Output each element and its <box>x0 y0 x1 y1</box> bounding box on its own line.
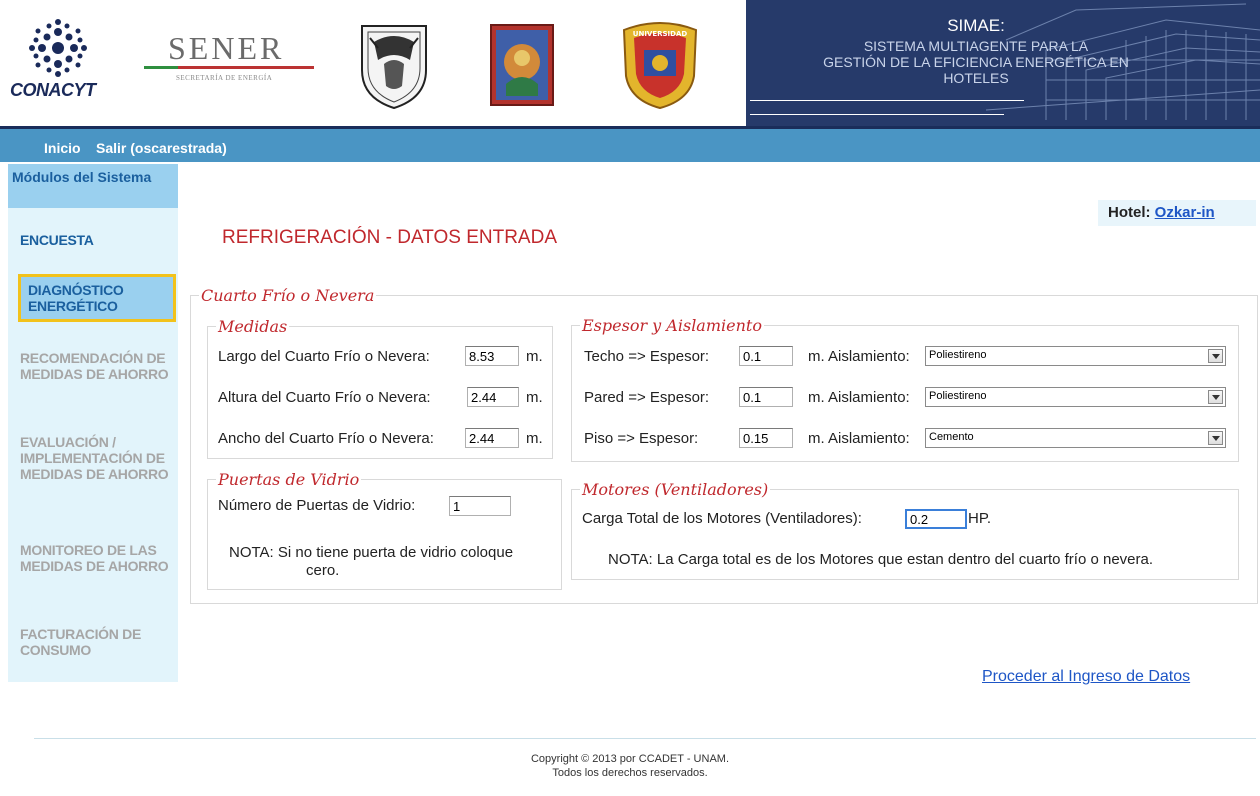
espesor-legend: Espesor y Aislamiento <box>582 316 762 335</box>
largo-label: Largo del Cuarto Frío o Nevera: <box>218 348 430 365</box>
sidebar-heading: Módulos del Sistema <box>8 164 178 208</box>
sidebar-item-diagnostico[interactable]: DIAGNÓSTICO ENERGÉTICO <box>18 274 176 322</box>
header: CONACYT SENER SECRETARÍA DE ENERGÍA UNIV… <box>0 0 1260 126</box>
banner-subtitle-line-1: SISTEMA MULTIAGENTE PARA LA <box>863 38 1089 54</box>
motores-unit: HP. <box>968 510 992 527</box>
piso-aislamiento-select[interactable]: Cemento <box>925 428 1226 448</box>
sidebar: Módulos del Sistema ENCUESTA DIAGNÓSTICO… <box>8 164 178 682</box>
sidebar-item-monitoreo: MONITOREO DE LAS MEDIDAS DE AHORRO <box>20 542 169 574</box>
puertas-fieldset: Puertas de Vidrio <box>207 470 562 590</box>
sener-wordmark: SENER <box>168 30 285 66</box>
ancho-label: Ancho del Cuarto Frío o Nevera: <box>218 430 434 447</box>
altura-unit: m. <box>526 389 543 406</box>
banner-rule-2 <box>750 114 1004 115</box>
page: CONACYT SENER SECRETARÍA DE ENERGÍA UNIV… <box>0 0 1260 796</box>
sener-subtitle: SECRETARÍA DE ENERGÍA <box>176 74 273 82</box>
page-title: REFRIGERACIÓN - DATOS ENTRADA <box>222 227 557 248</box>
techo-unit: m. <box>808 348 825 365</box>
banner-title: SIMAE: <box>947 16 1005 35</box>
ancho-unit: m. <box>526 430 543 447</box>
motores-label: Carga Total de los Motores (Ventiladores… <box>582 510 862 527</box>
sidebar-item-encuesta[interactable]: ENCUESTA <box>20 232 94 248</box>
chevron-down-icon[interactable] <box>1208 349 1223 363</box>
nav-home-link[interactable]: Inicio <box>44 140 81 156</box>
puertas-note-line-1: NOTA: Si no tiene puerta de vidrio coloq… <box>229 544 514 561</box>
pared-label: Pared => Espesor: <box>584 389 710 406</box>
piso-unit: m. <box>808 430 825 447</box>
footer-rights: Todos los derechos reservados. <box>552 767 708 779</box>
sener-divider <box>144 66 314 69</box>
altura-label: Altura del Cuarto Frío o Nevera: <box>218 389 431 406</box>
banner-subtitle: SISTEMA MULTIAGENTE PARA LA GESTIÓN DE L… <box>746 38 1206 86</box>
svg-text:UNIVERSIDAD: UNIVERSIDAD <box>633 30 688 38</box>
largo-input[interactable] <box>465 346 519 366</box>
conacyt-logo: CONACYT <box>10 18 120 108</box>
pared-aislamiento-value: Poliestireno <box>929 390 987 402</box>
sidebar-item-facturacion: FACTURACIÓN DE CONSUMO <box>20 626 142 658</box>
piso-aislamiento-label: Aislamiento: <box>828 430 910 447</box>
motores-note: NOTA: La Carga total es de los Motores q… <box>608 551 1154 568</box>
pared-espesor-input[interactable] <box>739 387 793 407</box>
pared-aislamiento-label: Aislamiento: <box>828 389 910 406</box>
conacyt-globe-icon <box>29 19 87 77</box>
techo-aislamiento-select[interactable]: Poliestireno <box>925 346 1226 366</box>
puertas-note-line-2: cero. <box>306 562 340 579</box>
pared-aislamiento-select[interactable]: Poliestireno <box>925 387 1226 407</box>
banner-subtitle-line-2: GESTIÓN DE LA EFICIENCIA ENERGÉTICA EN <box>823 54 1129 70</box>
puertas-label: Número de Puertas de Vidrio: <box>218 497 416 514</box>
banner-subtitle-line-3: HOTELES <box>943 70 1009 86</box>
puertas-input[interactable] <box>449 496 511 516</box>
sener-logo: SENER SECRETARÍA DE ENERGÍA <box>140 26 320 96</box>
largo-unit: m. <box>526 348 543 365</box>
medidas-legend: Medidas <box>218 317 288 336</box>
piso-espesor-input[interactable] <box>739 428 793 448</box>
institute-crest-icon <box>490 24 554 106</box>
techo-label: Techo => Espesor: <box>584 348 710 365</box>
motores-input[interactable] <box>905 509 967 529</box>
unam-shield-icon <box>354 20 434 110</box>
techo-aislamiento-value: Poliestireno <box>929 349 987 361</box>
motores-legend: Motores (Ventiladores) <box>582 480 769 499</box>
logo-strip: CONACYT SENER SECRETARÍA DE ENERGÍA UNIV… <box>0 0 746 126</box>
proceed-link[interactable]: Proceder al Ingreso de Datos <box>982 668 1190 686</box>
sidebar-item-recomendacion: RECOMENDACIÓN DE MEDIDAS DE AHORRO <box>20 350 169 382</box>
techo-aislamiento-label: Aislamiento: <box>828 348 910 365</box>
footer-copyright: Copyright © 2013 por CCADET - UNAM. <box>530 753 730 765</box>
university-crest-icon: UNIVERSIDAD <box>614 20 706 110</box>
chevron-down-icon[interactable] <box>1208 431 1223 445</box>
piso-aislamiento-value: Cemento <box>929 431 974 443</box>
hotel-label: Hotel: <box>1108 204 1151 221</box>
ancho-input[interactable] <box>465 428 519 448</box>
cold-room-legend: Cuarto Frío o Nevera <box>201 286 375 305</box>
banner-rule-1 <box>750 100 1024 101</box>
hotel-name-link[interactable]: Ozkar-in <box>1155 204 1215 221</box>
sidebar-item-evaluacion: EVALUACIÓN / IMPLEMENTACIÓN DE MEDIDAS D… <box>20 434 169 482</box>
pared-unit: m. <box>808 389 825 406</box>
conacyt-wordmark: CONACYT <box>10 80 96 100</box>
piso-label: Piso => Espesor: <box>584 430 699 447</box>
top-nav: Inicio Salir (oscarestrada) <box>0 126 1260 162</box>
system-banner: SIMAE: SISTEMA MULTIAGENTE PARA LA GESTI… <box>746 0 1260 126</box>
footer-divider <box>34 738 1256 739</box>
footer: Copyright © 2013 por CCADET - UNAM. Todo… <box>400 752 860 780</box>
puertas-legend: Puertas de Vidrio <box>218 470 360 489</box>
hotel-indicator: Hotel: Ozkar-in <box>1098 200 1256 226</box>
altura-input[interactable] <box>467 387 519 407</box>
nav-logout-link[interactable]: Salir (oscarestrada) <box>96 140 227 156</box>
techo-espesor-input[interactable] <box>739 346 793 366</box>
chevron-down-icon[interactable] <box>1208 390 1223 404</box>
